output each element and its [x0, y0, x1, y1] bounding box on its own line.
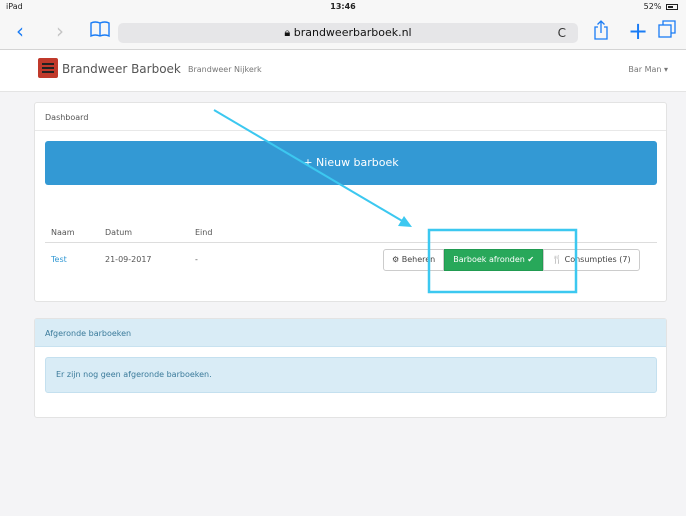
column-naam: Naam — [51, 228, 75, 237]
organization-link[interactable]: Brandweer Nijkerk — [188, 65, 262, 74]
brand-link[interactable]: Brandweer Barboek — [62, 62, 181, 76]
browser-toolbar: ‹ › 🔒︎ brandweerbarboek.nl C + — [0, 14, 686, 50]
url-text: brandweerbarboek.nl — [293, 26, 412, 39]
battery-indicator: 52% — [644, 2, 678, 11]
reload-icon[interactable]: C — [558, 23, 566, 43]
empty-finished-alert: Er zijn nog geen afgeronde barboeken. — [45, 357, 657, 393]
lock-icon: 🔒︎ — [284, 26, 291, 39]
dashboard-heading: Dashboard — [35, 103, 666, 131]
status-bar: iPad 13:46 52% — [0, 0, 686, 14]
barboek-end: - — [195, 255, 198, 264]
battery-percent: 52% — [643, 2, 662, 11]
battery-icon — [666, 3, 678, 10]
forward-icon[interactable]: › — [56, 20, 64, 42]
finished-barboeken-panel: Afgeronde barboeken Er zijn nog geen afg… — [34, 318, 667, 418]
back-icon[interactable]: ‹ — [16, 20, 24, 42]
column-datum: Datum — [105, 228, 133, 237]
share-icon[interactable] — [594, 20, 608, 44]
user-menu[interactable]: Bar Man ▾ — [628, 65, 668, 74]
finish-barboek-button[interactable]: Barboek afronden ✔ — [444, 249, 544, 271]
barboek-table: Naam Datum Eind Test 21-09-2017 - ⚙ Behe… — [45, 221, 657, 277]
barboek-date: 21-09-2017 — [105, 255, 152, 264]
row-actions: ⚙ Beheren Barboek afronden ✔ 🍴 Consumpti… — [383, 249, 640, 271]
bookmarks-icon[interactable] — [90, 20, 110, 42]
table-header: Naam Datum Eind — [45, 221, 657, 243]
dashboard-panel: Dashboard + Nieuw barboek Naam Datum Ein… — [34, 102, 667, 302]
column-eind: Eind — [195, 228, 213, 237]
finished-heading: Afgeronde barboeken — [35, 319, 666, 347]
clock: 13:46 — [330, 2, 356, 11]
barboek-name-link[interactable]: Test — [51, 255, 67, 264]
new-barboek-button[interactable]: + Nieuw barboek — [45, 141, 657, 185]
site-navbar: Brandweer Barboek Brandweer Nijkerk Bar … — [0, 50, 686, 92]
new-tab-icon[interactable]: + — [628, 19, 648, 43]
barboek-logo-icon[interactable] — [38, 58, 58, 78]
table-row: Test 21-09-2017 - ⚙ Beheren Barboek afro… — [45, 243, 657, 277]
tabs-icon[interactable] — [658, 20, 676, 42]
consumptions-button[interactable]: 🍴 Consumpties (7) — [543, 249, 640, 271]
address-bar[interactable]: 🔒︎ brandweerbarboek.nl C — [118, 23, 578, 43]
manage-button[interactable]: ⚙ Beheren — [383, 249, 445, 271]
